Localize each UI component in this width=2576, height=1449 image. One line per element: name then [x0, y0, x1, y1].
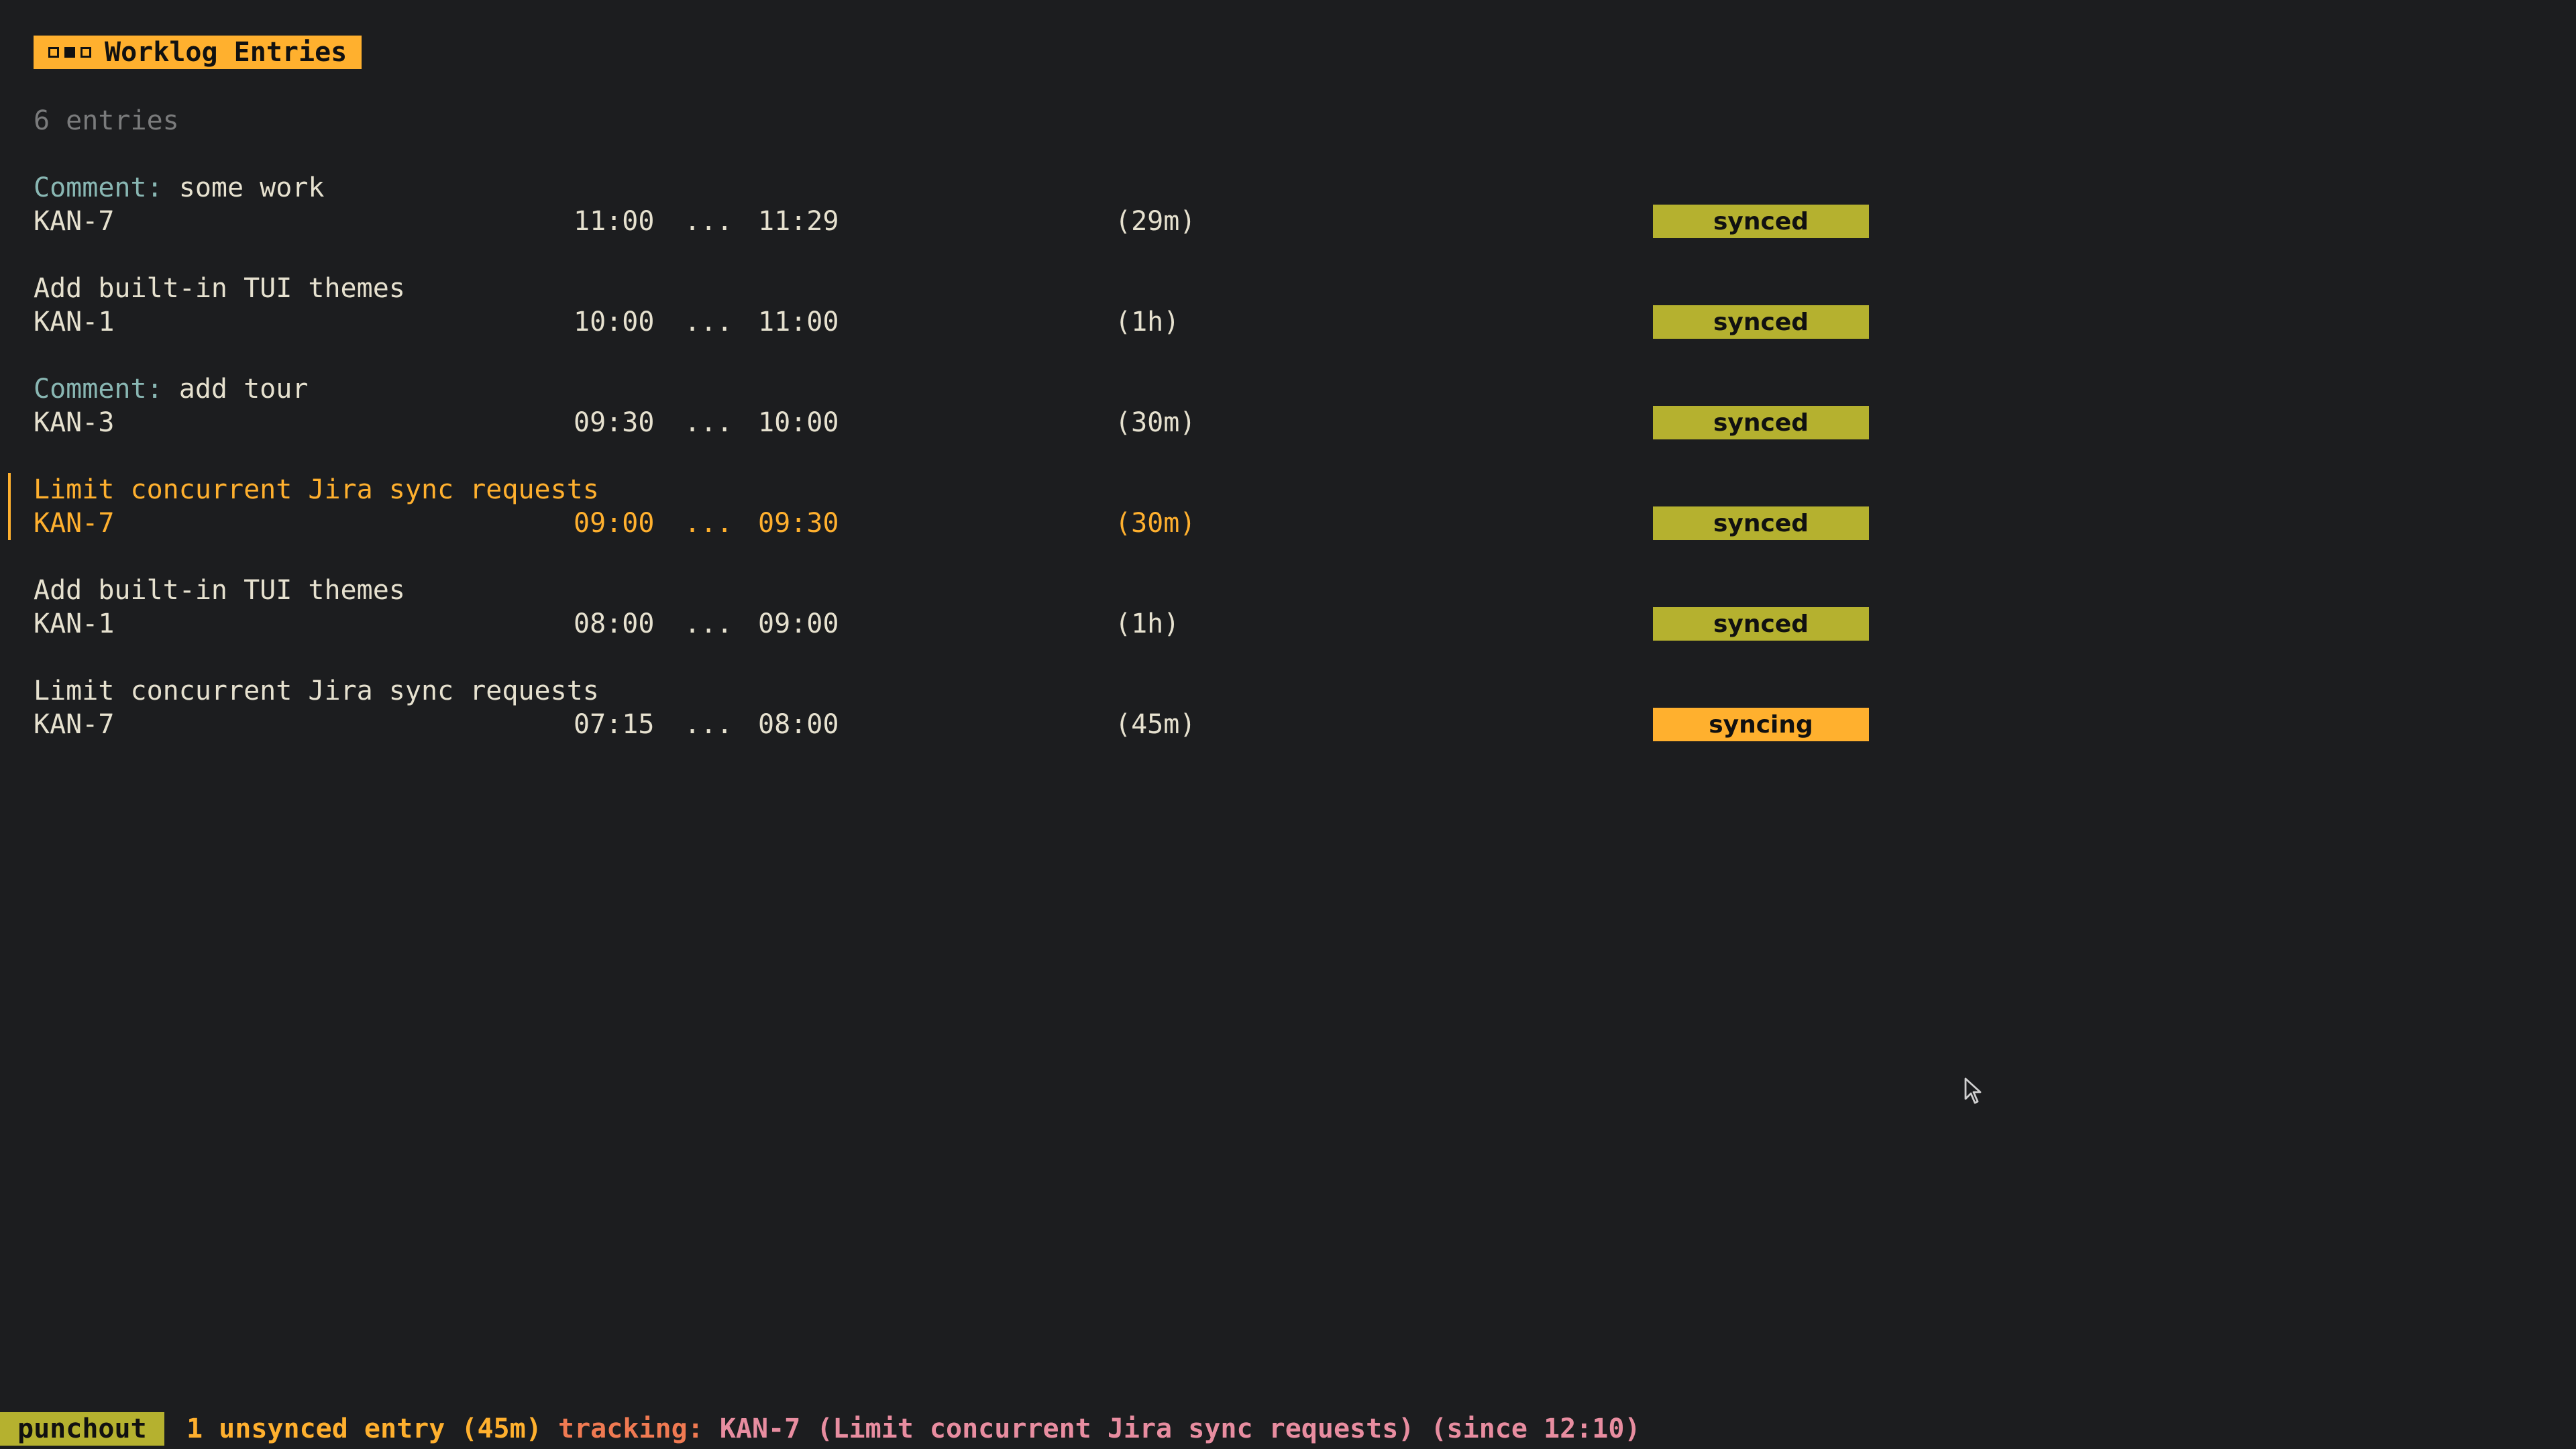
entry-text: Add built-in TUI themes: [34, 273, 405, 304]
end-time: 11:00: [758, 307, 839, 337]
start-time: 10:00: [574, 307, 655, 337]
mouse-pointer-icon: [1964, 1077, 1982, 1104]
end-time: 11:29: [758, 206, 839, 237]
entry-description: Comment: some work: [34, 171, 325, 205]
time-separator: ...: [684, 508, 733, 539]
entry-description: Add built-in TUI themes: [34, 272, 405, 305]
duration: (1h): [1115, 608, 1180, 639]
end-time: 08:00: [758, 709, 839, 740]
status-badge: synced: [1653, 607, 1869, 641]
comment-prefix: Comment:: [34, 172, 163, 203]
status-badge: synced: [1653, 506, 1869, 540]
end-time: 10:00: [758, 407, 839, 438]
duration: (30m): [1115, 508, 1196, 539]
status-badge: synced: [1653, 305, 1869, 339]
page-title-text: Worklog Entries: [105, 37, 347, 68]
issue-key: KAN-7: [34, 709, 115, 740]
selection-indicator: [8, 473, 11, 540]
start-time: 11:00: [574, 206, 655, 237]
entry-text: Add built-in TUI themes: [34, 575, 405, 606]
entry-count: 6 entries: [34, 105, 179, 136]
time-separator: ...: [684, 709, 733, 740]
list-icon: [48, 47, 91, 58]
duration: (1h): [1115, 307, 1180, 337]
entry-description: Comment: add tour: [34, 372, 308, 406]
duration: (29m): [1115, 206, 1196, 237]
start-time: 09:30: [574, 407, 655, 438]
issue-key: KAN-7: [34, 206, 115, 237]
start-time: 09:00: [574, 508, 655, 539]
app-name-badge: punchout: [0, 1412, 164, 1446]
issue-key: KAN-1: [34, 608, 115, 639]
entry-description: Limit concurrent Jira sync requests: [34, 473, 599, 506]
time-separator: ...: [684, 608, 733, 639]
issue-key: KAN-1: [34, 307, 115, 337]
time-separator: ...: [684, 307, 733, 337]
time-separator: ...: [684, 407, 733, 438]
status-badge: synced: [1653, 205, 1869, 238]
entry-text: add tour: [178, 374, 309, 405]
start-time: 08:00: [574, 608, 655, 639]
tracking-detail: KAN-7 (Limit concurrent Jira sync reques…: [719, 1413, 1641, 1444]
status-badge: synced: [1653, 406, 1869, 439]
duration: (45m): [1115, 709, 1196, 740]
end-time: 09:00: [758, 608, 839, 639]
entry-text: Limit concurrent Jira sync requests: [34, 676, 599, 706]
tracking-status: tracking: KAN-7 (Limit concurrent Jira s…: [558, 1412, 1641, 1446]
tracking-label: tracking:: [558, 1413, 704, 1444]
entry-description: Add built-in TUI themes: [34, 574, 405, 607]
entry-description: Limit concurrent Jira sync requests: [34, 674, 599, 708]
start-time: 07:15: [574, 709, 655, 740]
issue-key: KAN-7: [34, 508, 115, 539]
issue-key: KAN-3: [34, 407, 115, 438]
page-title: Worklog Entries: [34, 36, 362, 69]
status-badge: syncing: [1653, 708, 1869, 741]
entry-text: some work: [178, 172, 325, 203]
duration: (30m): [1115, 407, 1196, 438]
unsynced-summary: 1 unsynced entry (45m): [186, 1413, 542, 1444]
end-time: 09:30: [758, 508, 839, 539]
time-separator: ...: [684, 206, 733, 237]
entry-text: Limit concurrent Jira sync requests: [34, 474, 599, 505]
comment-prefix: Comment:: [34, 374, 163, 405]
